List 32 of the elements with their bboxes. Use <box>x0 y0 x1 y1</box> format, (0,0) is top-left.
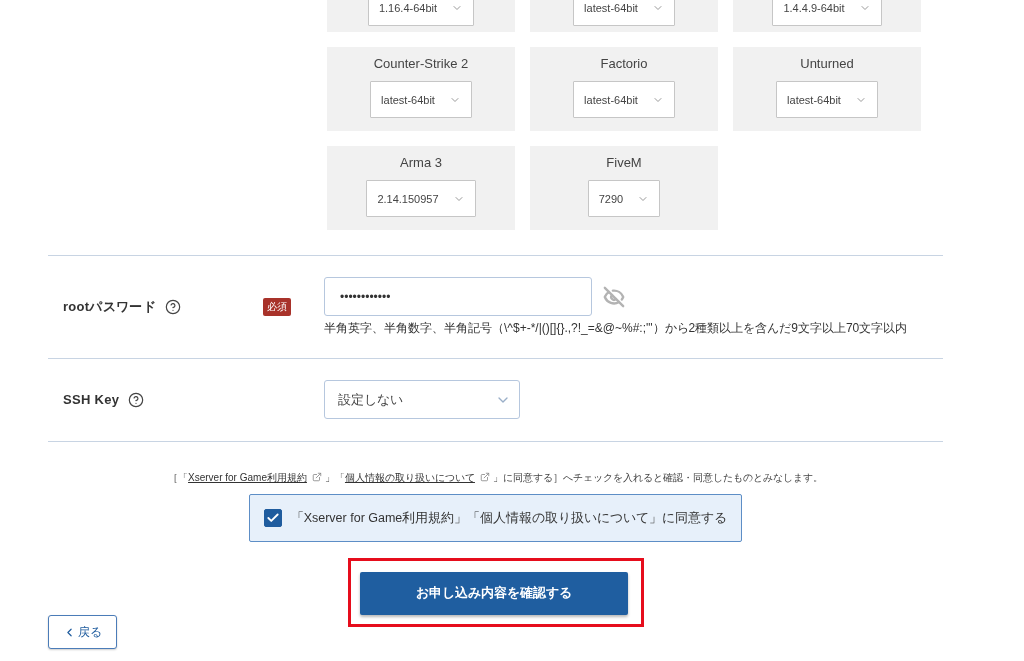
version-select[interactable]: 1.4.4.9-64bit <box>772 0 882 26</box>
version-select[interactable]: latest-64bit <box>573 0 675 26</box>
consent-notice: ［「Xserver for Game利用規約 」「個人情報の取り扱いについて 」に同意する］へチェックを入れると確認・同意したものとみなします。 <box>168 471 823 485</box>
external-link-icon <box>311 472 322 482</box>
version-select[interactable]: 7290 <box>587 180 661 217</box>
version-select[interactable]: latest-64bit <box>573 81 675 118</box>
version-select[interactable]: latest-64bit <box>776 81 878 118</box>
ssh-key-select[interactable]: 設定しない <box>324 380 520 419</box>
external-link-icon <box>479 472 490 482</box>
checkmark-icon <box>265 511 280 525</box>
game-title: Factorio <box>600 56 648 72</box>
help-icon[interactable] <box>128 391 145 408</box>
back-button[interactable]: 戻る <box>48 615 117 649</box>
version-select[interactable]: latest-64bit <box>370 81 472 118</box>
game-title: Counter-Strike 2 <box>373 56 469 72</box>
checkbox[interactable] <box>263 509 282 527</box>
checkbox-label: 「Xserver for Game利用規約」「個人情報の取り扱いについて」に同意する <box>290 509 728 527</box>
required-badge: 必須 <box>263 297 291 316</box>
field-label: SSH Key <box>63 392 120 407</box>
submit-button[interactable]: お申し込み内容を確認する <box>359 572 628 615</box>
field-label: rootパスワード <box>63 297 156 316</box>
game-title: FiveM <box>606 155 642 171</box>
text-link[interactable]: Xserver for Game利用規約 <box>188 472 307 483</box>
password-field[interactable]: •••••••••••• <box>324 277 592 316</box>
game-title: Arma 3 <box>400 155 442 171</box>
game-title: Unturned <box>800 56 854 72</box>
field-hint: 半角英字、半角数字、半角記号（\^$+-*/|()[]{}.,?!_=&@~%#:;'"）から2種類以上を含んだ9文字以上70文字以内 <box>324 321 908 336</box>
version-select[interactable]: 1.16.4-64bit <box>367 0 475 26</box>
version-select[interactable]: 2.14.150957 <box>366 180 476 217</box>
help-icon[interactable] <box>165 298 181 315</box>
text-link[interactable]: 個人情報の取り扱いについて <box>344 472 475 483</box>
consent-checkbox-panel[interactable]: 「Xserver for Game利用規約」「個人情報の取り扱いについて」に同意する <box>248 494 743 542</box>
